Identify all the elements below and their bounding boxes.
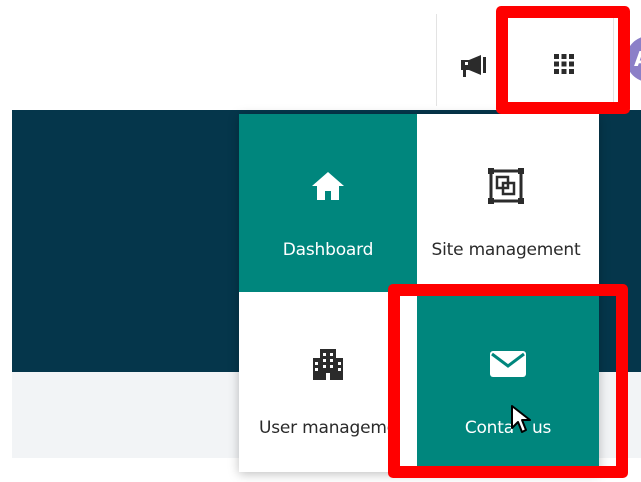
grid-icon	[554, 54, 574, 74]
envelope-icon	[490, 351, 526, 377]
building-icon	[313, 349, 343, 380]
home-icon	[312, 172, 344, 200]
apps-tile-user-management[interactable]: User manageme	[239, 292, 417, 470]
topbar-divider	[436, 14, 437, 106]
tile-label: User manageme	[259, 418, 397, 438]
apps-launcher-button[interactable]	[536, 40, 592, 88]
topbar-divider	[613, 14, 614, 106]
tile-label: Site management	[431, 240, 581, 260]
megaphone-icon	[461, 55, 486, 77]
avatar-initial: A	[634, 47, 641, 71]
apps-tile-contact-us[interactable]: Conta us	[417, 292, 599, 470]
screenshot-stage: A Dashboard	[0, 0, 641, 482]
top-bar: A	[0, 0, 641, 110]
apps-menu: Dashboard Site management User manageme …	[239, 114, 599, 472]
apps-tile-dashboard[interactable]: Dashboard	[239, 114, 417, 292]
user-avatar[interactable]: A	[626, 36, 641, 82]
announcements-button[interactable]	[452, 46, 496, 86]
tile-label: Conta us	[464, 418, 552, 438]
tile-label: Dashboard	[282, 240, 374, 260]
site-management-icon	[488, 168, 524, 204]
apps-tile-site-management[interactable]: Site management	[417, 114, 595, 292]
